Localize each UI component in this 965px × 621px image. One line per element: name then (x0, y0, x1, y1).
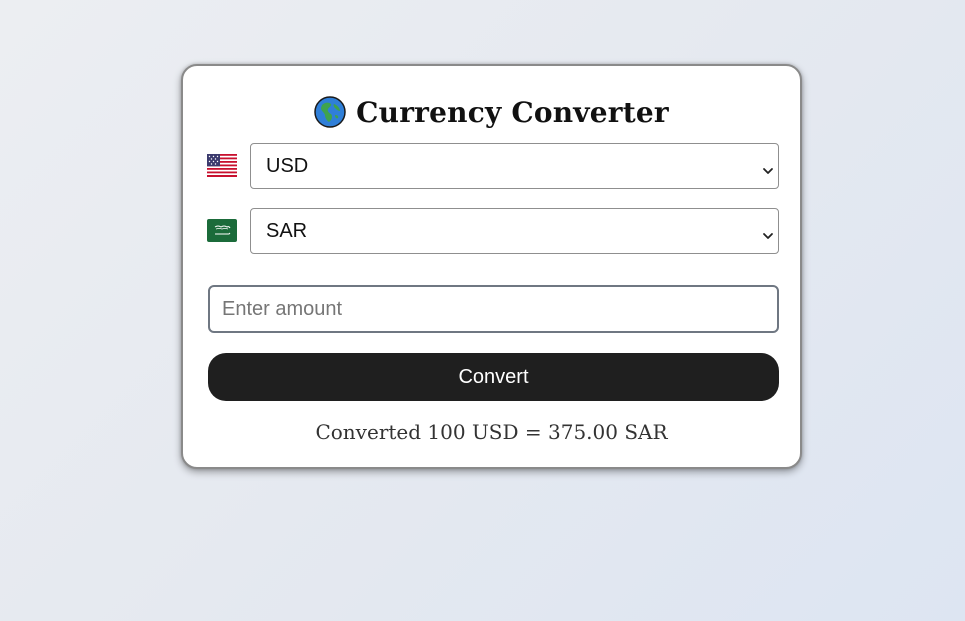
saudi-flag-icon (207, 219, 237, 242)
to-currency-value: SAR (266, 219, 308, 242)
page-title: Currency Converter (356, 95, 669, 129)
convert-button[interactable]: Convert (208, 353, 779, 401)
from-currency-value: USD (266, 154, 309, 177)
to-currency-select[interactable]: SAR (250, 208, 779, 254)
chevron-down-icon (762, 225, 774, 239)
from-currency-select[interactable]: USD (250, 143, 779, 189)
title-row: Currency Converter (183, 92, 800, 132)
amount-input[interactable] (208, 285, 779, 333)
us-flag-icon (207, 154, 237, 177)
chevron-down-icon (762, 160, 774, 174)
globe-icon (314, 96, 346, 128)
converter-card: Currency Converter USD SAR Enter amount … (181, 64, 802, 469)
conversion-result: Converted 100 USD = 375.00 SAR (315, 420, 668, 444)
